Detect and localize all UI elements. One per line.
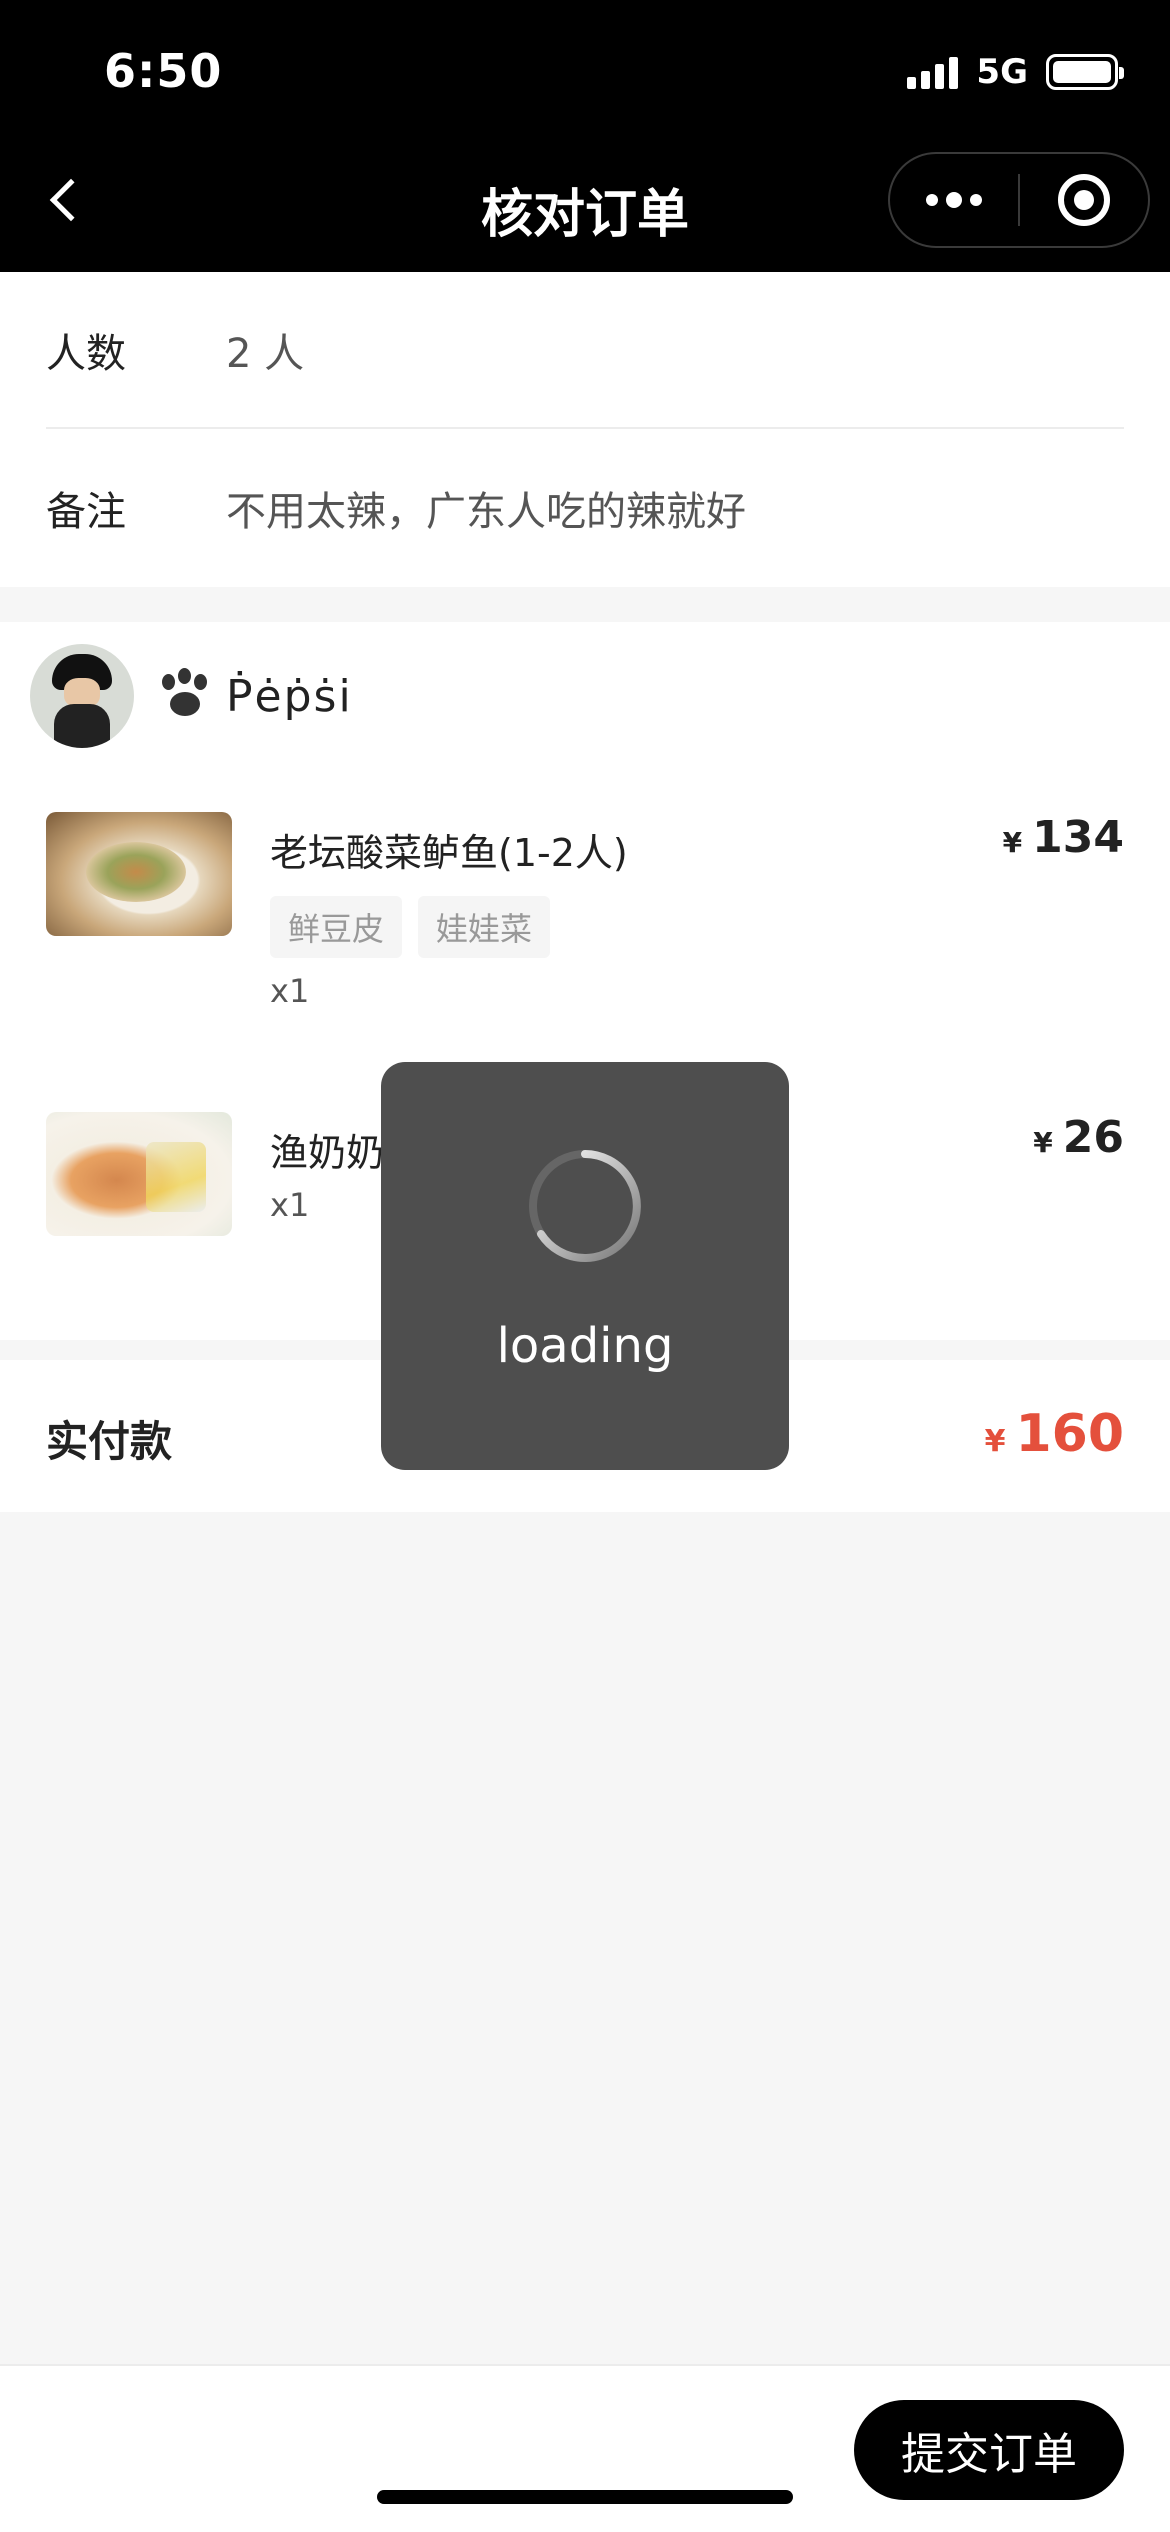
user-row: Ṗėṗṡi <box>30 644 353 748</box>
dish-name: 老坛酸菜鲈鱼(1-2人) <box>270 831 628 875</box>
currency-symbol: ¥ <box>984 1424 1006 1459</box>
total-label: 实付款 <box>46 1417 173 1466</box>
dish-price: ¥ 134 <box>1003 812 1124 863</box>
top-bar: 6:50 5G 核对订单 <box>0 0 1170 272</box>
avatar <box>30 644 134 748</box>
paw-icon <box>156 666 216 726</box>
note-value: 不用太辣，广东人吃的辣就好 <box>226 488 746 535</box>
note-label: 备注 <box>46 488 126 535</box>
total-amount: 160 <box>1015 1404 1124 1464</box>
price-value: 26 <box>1062 1112 1124 1163</box>
battery-icon <box>1046 54 1124 90</box>
user-name: Ṗėṗṡi <box>226 670 353 722</box>
currency-symbol: ¥ <box>1002 826 1023 859</box>
dish-quantity: x1 <box>270 1186 310 1224</box>
loading-toast: loading <box>381 1062 789 1470</box>
dish-image <box>46 1112 232 1236</box>
dish-quantity: x1 <box>270 972 310 1010</box>
close-mini-program-button[interactable] <box>1020 154 1148 246</box>
mini-program-capsule <box>888 152 1150 248</box>
bottom-bar: 提交订单 <box>0 2364 1170 2532</box>
dish-image <box>46 812 232 936</box>
price-value: 134 <box>1032 812 1124 863</box>
note-row[interactable]: 备注 不用太辣，广东人吃的辣就好 <box>46 429 1124 586</box>
more-button[interactable] <box>890 154 1018 246</box>
more-dots-icon <box>926 192 982 208</box>
network-type: 5G <box>976 52 1028 92</box>
currency-symbol: ¥ <box>1033 1126 1053 1159</box>
order-confirm-page: 6:50 5G 核对订单 人数 2 人 备注 不用太辣，广东人吃的辣就好 Ṗėṗ… <box>0 0 1170 2532</box>
submit-order-button[interactable]: 提交订单 <box>854 2400 1124 2500</box>
home-indicator[interactable] <box>377 2490 793 2504</box>
order-info-section: 人数 2 人 备注 不用太辣，广东人吃的辣就好 <box>0 272 1170 587</box>
dish-tags: 鲜豆皮 娃娃菜 <box>270 896 551 958</box>
people-row[interactable]: 人数 2 人 <box>46 272 1124 429</box>
dish-tag: 娃娃菜 <box>418 896 551 958</box>
dish-tag: 鲜豆皮 <box>270 896 403 958</box>
dish-price: ¥ 26 <box>1033 1112 1124 1163</box>
total-price: ¥ 160 <box>985 1404 1124 1464</box>
dish-name: 渔奶奶 <box>270 1131 385 1175</box>
people-value: 2 人 <box>226 330 305 377</box>
loading-text: loading <box>496 1318 674 1374</box>
signal-icon <box>907 55 959 89</box>
target-icon <box>1058 174 1110 226</box>
status-time: 6:50 <box>104 44 223 98</box>
spinner-icon <box>529 1150 641 1262</box>
status-icons: 5G <box>907 52 1124 92</box>
people-label: 人数 <box>46 330 126 377</box>
